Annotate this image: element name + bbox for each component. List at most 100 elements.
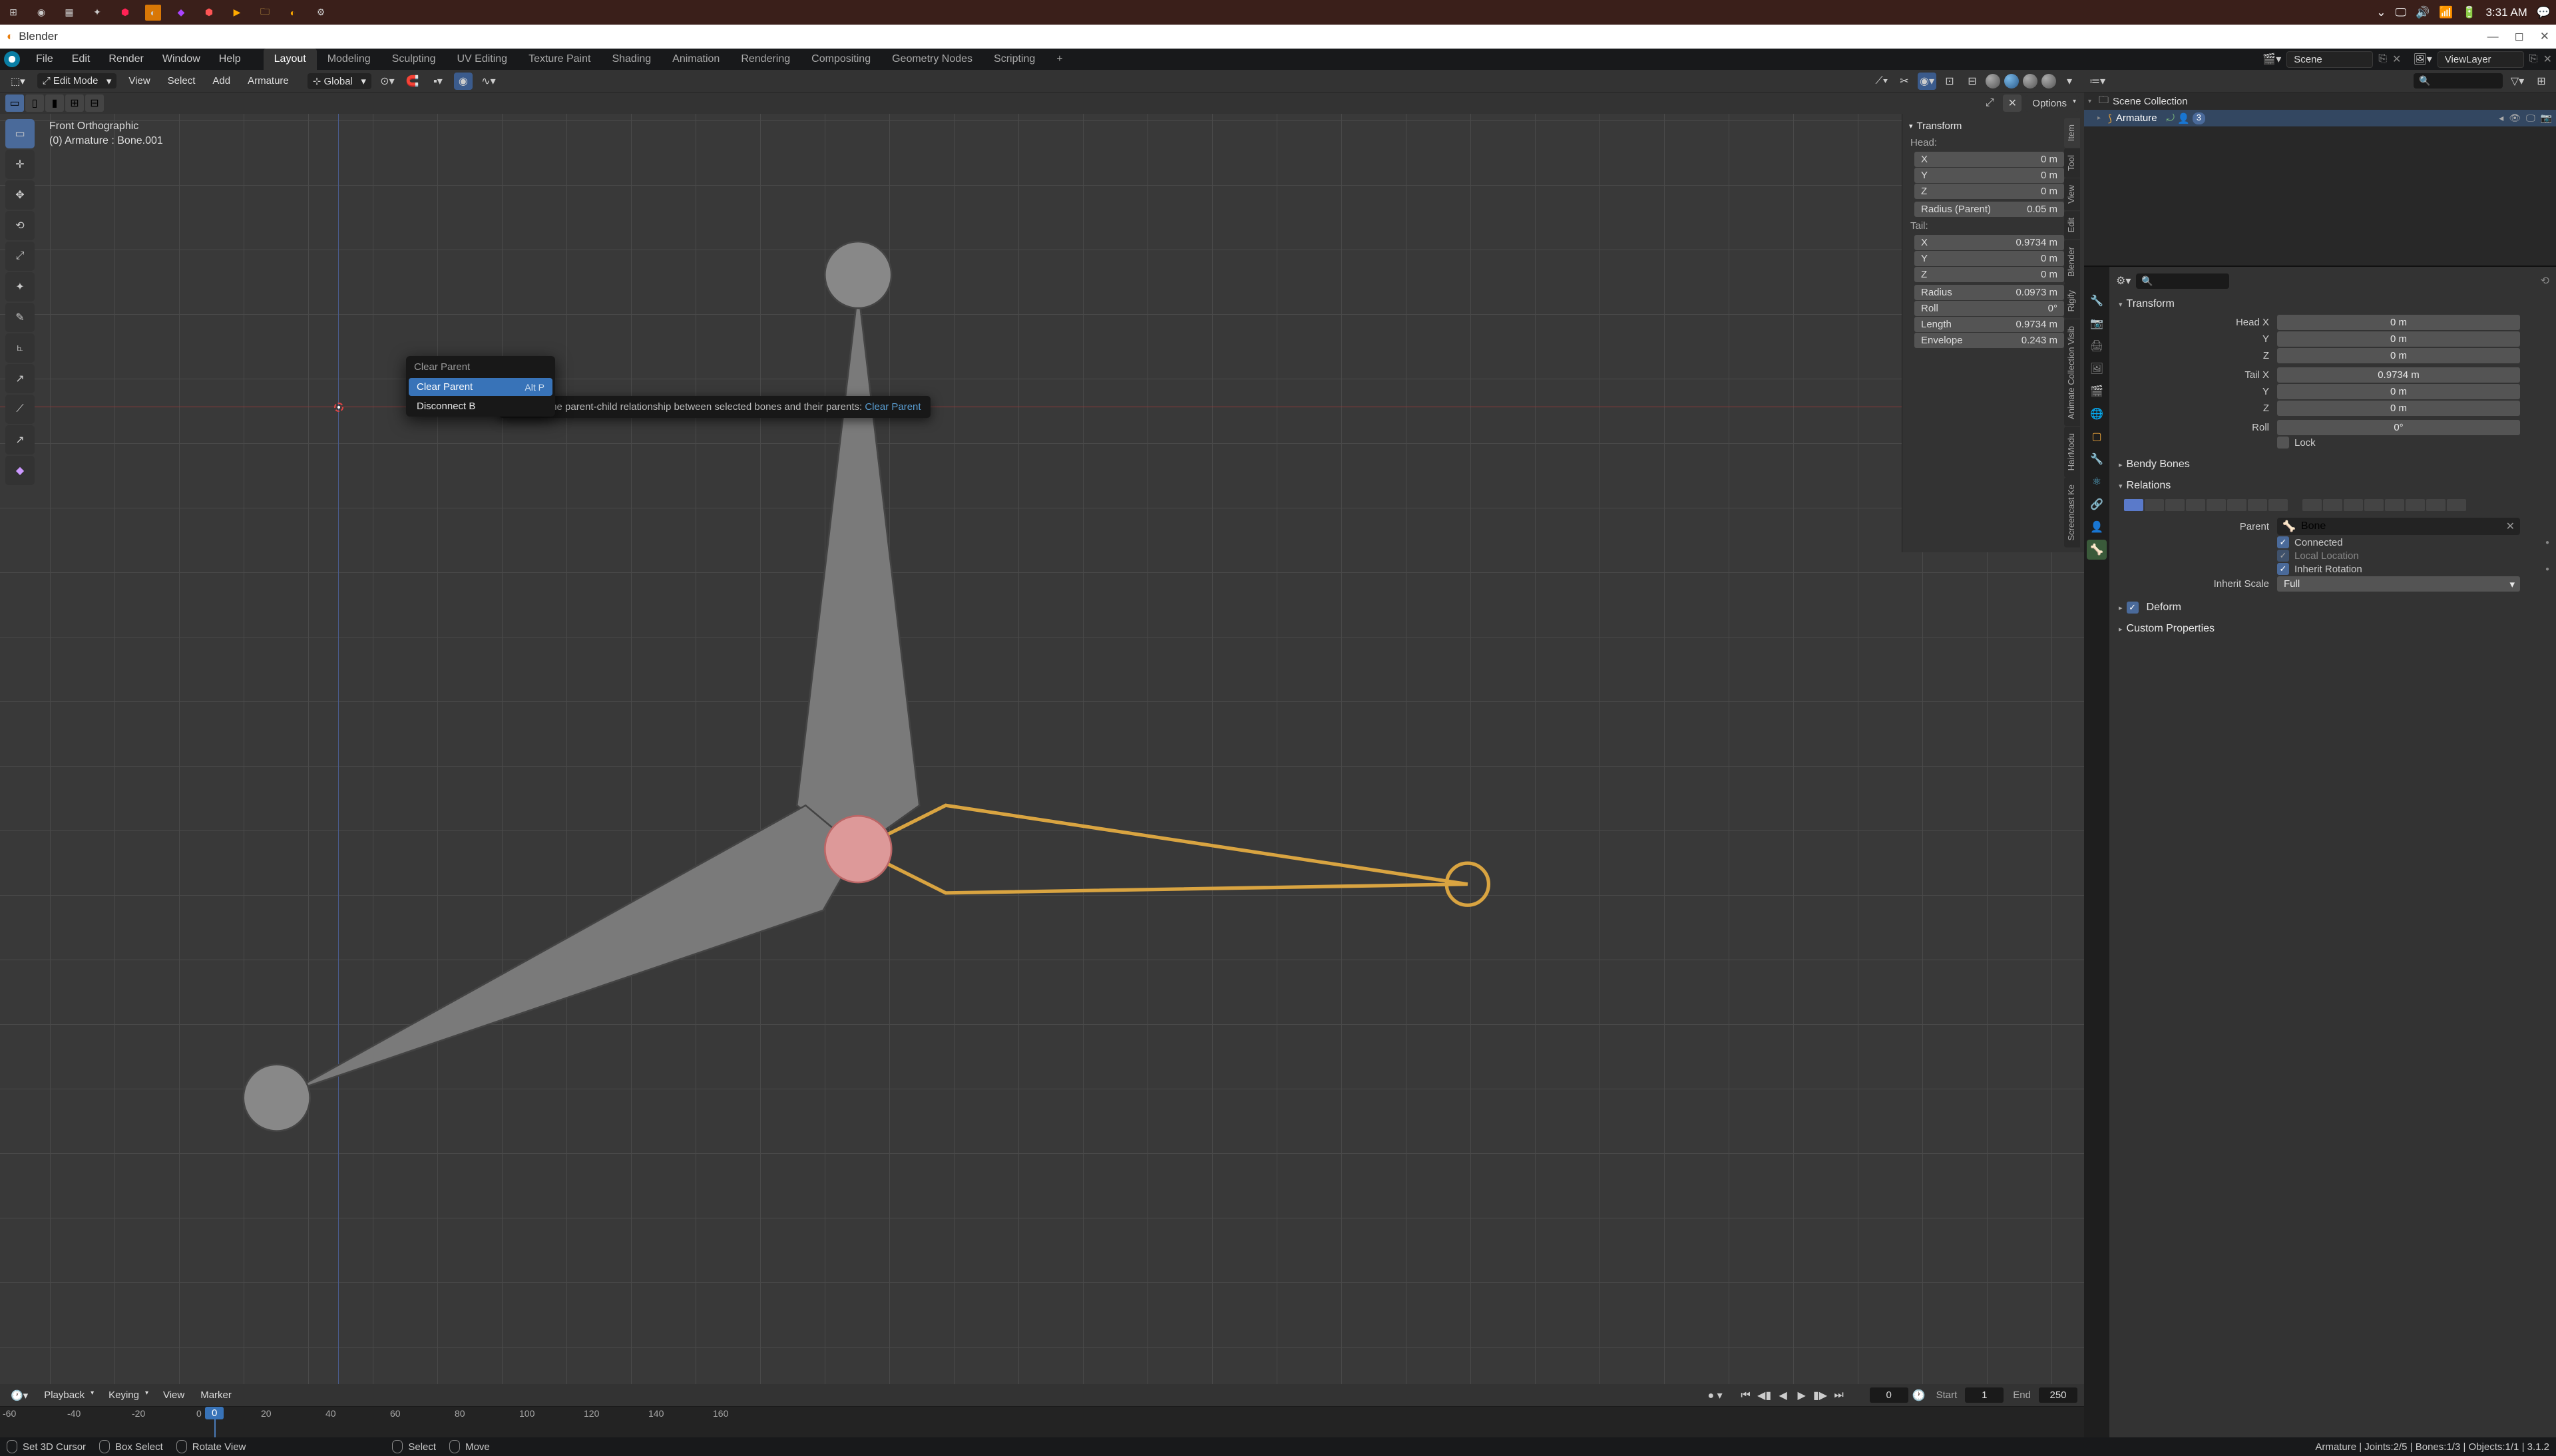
app-icon[interactable]: ◐ bbox=[285, 5, 301, 21]
app-icon[interactable]: ⬢ bbox=[201, 5, 217, 21]
viewport-menu-add[interactable]: Add bbox=[207, 73, 236, 89]
npanel-tab-rigify[interactable]: Rigify bbox=[2064, 283, 2080, 319]
falloff-icon[interactable]: ∿▾ bbox=[479, 73, 498, 90]
props-pin-icon[interactable]: ⟲ bbox=[2541, 274, 2549, 287]
keyframe-next-icon[interactable]: ▮▶ bbox=[1812, 1387, 1828, 1403]
tool-extrude-bone[interactable]: ↗ bbox=[5, 425, 35, 455]
bone-right-selected[interactable] bbox=[858, 805, 1468, 893]
npanel-envelope[interactable]: Envelope0.243 m bbox=[1914, 333, 2064, 348]
shading-solid-icon[interactable] bbox=[2004, 74, 2019, 89]
blender-taskbar-icon[interactable]: ◐ bbox=[145, 5, 161, 21]
mode-select[interactable]: ⤢ Edit Mode bbox=[37, 73, 117, 89]
tab-sculpting[interactable]: Sculpting bbox=[381, 49, 447, 70]
outliner-render-icon[interactable]: 📷 bbox=[2541, 112, 2552, 124]
shading-material-icon[interactable] bbox=[2023, 74, 2037, 89]
npanel-radius[interactable]: Radius0.0973 m bbox=[1914, 285, 2064, 300]
jump-start-icon[interactable]: ⏮ bbox=[1738, 1387, 1754, 1403]
prop-lock-checkbox[interactable] bbox=[2277, 437, 2289, 449]
viewlayer-browse-icon[interactable]: 🖼▾ bbox=[2413, 53, 2432, 66]
deform-checkbox[interactable]: ✓ bbox=[2127, 602, 2139, 614]
prop-head-z[interactable]: 0 m bbox=[2277, 348, 2520, 363]
outliner-type-icon[interactable]: ≔▾ bbox=[2089, 75, 2105, 88]
tool-transform[interactable]: ✦ bbox=[5, 272, 35, 301]
header-close-icon[interactable]: ✕ bbox=[2003, 94, 2022, 112]
select-mode-2[interactable]: ▯ bbox=[25, 94, 44, 112]
system-clock[interactable]: 3:31 AM bbox=[2485, 6, 2527, 19]
ptab-armature-data[interactable]: 👤 bbox=[2087, 517, 2107, 537]
tab-uv-editing[interactable]: UV Editing bbox=[446, 49, 518, 70]
npanel-tab-edit[interactable]: Edit bbox=[2064, 211, 2080, 239]
tool-scale[interactable]: ⤢ bbox=[5, 242, 35, 271]
snap-target-icon[interactable]: ▪▾ bbox=[429, 73, 447, 90]
prop-head-x[interactable]: 0 m bbox=[2277, 315, 2520, 330]
inherit-rotation-checkbox[interactable]: ✓ bbox=[2277, 563, 2289, 575]
outliner-scene-collection[interactable]: ▾ 🗀 Scene Collection bbox=[2084, 93, 2556, 110]
outliner-new-collection-icon[interactable]: ⊞ bbox=[2532, 73, 2551, 90]
tool-annotate[interactable]: ✎ bbox=[5, 303, 35, 332]
editor-type-icon[interactable]: ⬚▾ bbox=[5, 73, 31, 90]
npanel-head-z[interactable]: Z0 m bbox=[1914, 184, 2064, 199]
menu-render[interactable]: Render bbox=[99, 49, 152, 69]
chrome-icon[interactable]: ◉ bbox=[33, 5, 49, 21]
layer-cell[interactable] bbox=[2248, 499, 2267, 511]
ptab-modifiers[interactable]: 🔧 bbox=[2087, 449, 2107, 469]
ptab-scene[interactable]: 🎬 bbox=[2087, 381, 2107, 401]
npanel-tab-hairmodu[interactable]: HairModu bbox=[2064, 427, 2080, 477]
npanel-head-x[interactable]: X0 m bbox=[1914, 152, 2064, 167]
select-mode-1[interactable]: ▭ bbox=[5, 94, 24, 112]
outliner-search[interactable]: 🔍 bbox=[2414, 73, 2503, 89]
npanel-transform-header[interactable]: Transform bbox=[1906, 118, 2064, 134]
layer-cell[interactable] bbox=[2344, 499, 2363, 511]
npanel-length[interactable]: Length0.9734 m bbox=[1914, 317, 2064, 332]
ptab-viewlayer[interactable]: 🖼 bbox=[2087, 359, 2107, 379]
viewport-menu-select[interactable]: Select bbox=[162, 73, 201, 89]
npanel-tail-z[interactable]: Z0 m bbox=[1914, 267, 2064, 282]
menu-window[interactable]: Window bbox=[153, 49, 210, 69]
3d-viewport[interactable]: Front Orthographic (0) Armature : Bone.0… bbox=[0, 114, 2084, 1384]
minimize-button[interactable]: — bbox=[2487, 30, 2499, 43]
close-button[interactable]: ✕ bbox=[2540, 30, 2549, 43]
tool-cursor[interactable]: ✛ bbox=[5, 150, 35, 179]
tray-notifications-icon[interactable]: 💬 bbox=[2537, 6, 2551, 19]
select-mode-3[interactable]: ▮ bbox=[45, 94, 64, 112]
outliner-armature-row[interactable]: ▸ ⟆ Armature ⤾ 👤 3 ◂ 👁 🖵 📷 bbox=[2084, 110, 2556, 126]
keyframe-prev-icon[interactable]: ◀▮ bbox=[1757, 1387, 1773, 1403]
scene-delete-icon[interactable]: ✕ bbox=[2392, 53, 2401, 66]
ptab-world[interactable]: 🌐 bbox=[2087, 404, 2107, 424]
blender-menu-icon[interactable] bbox=[4, 51, 20, 67]
npanel-tab-screencast[interactable]: Screencast Ke bbox=[2064, 478, 2080, 548]
tab-texture-paint[interactable]: Texture Paint bbox=[518, 49, 601, 70]
brave-icon[interactable]: ⬢ bbox=[117, 5, 133, 21]
viewlayer-name-input[interactable] bbox=[2438, 51, 2524, 68]
props-relations-header[interactable]: Relations bbox=[2116, 476, 2549, 495]
ptab-bone[interactable]: 🦴 bbox=[2087, 540, 2107, 560]
end-frame-input[interactable]: 250 bbox=[2039, 1387, 2077, 1403]
props-custom-props-header[interactable]: Custom Properties bbox=[2116, 620, 2549, 638]
timeline-menu-playback[interactable]: Playback bbox=[40, 1387, 97, 1403]
bone-root-joint[interactable] bbox=[825, 816, 891, 882]
shading-rendered-icon[interactable] bbox=[2041, 74, 2056, 89]
npanel-tab-tool[interactable]: Tool bbox=[2064, 148, 2080, 178]
shading-wireframe-icon[interactable] bbox=[1986, 74, 2000, 89]
settings-icon[interactable]: ⚙ bbox=[313, 5, 329, 21]
current-frame-input[interactable]: 0 bbox=[1870, 1387, 1908, 1403]
app-icon[interactable]: ◆ bbox=[173, 5, 189, 21]
layer-cell[interactable] bbox=[2165, 499, 2185, 511]
layer-cell[interactable] bbox=[2323, 499, 2342, 511]
ptab-object[interactable]: ▢ bbox=[2087, 427, 2107, 447]
tab-shading[interactable]: Shading bbox=[601, 49, 662, 70]
tab-compositing[interactable]: Compositing bbox=[801, 49, 881, 70]
timeline-menu-view[interactable]: View bbox=[159, 1387, 188, 1403]
npanel-tab-view[interactable]: View bbox=[2064, 178, 2080, 210]
props-deform-header[interactable]: ✓Deform bbox=[2116, 598, 2549, 617]
orientation-select[interactable]: ⊹ Global bbox=[308, 73, 371, 89]
app-icon[interactable]: ▦ bbox=[61, 5, 77, 21]
jump-end-icon[interactable]: ⏭ bbox=[1831, 1387, 1847, 1403]
outliner-visibility-icon[interactable]: 👁 bbox=[2509, 112, 2521, 124]
layer-cell[interactable] bbox=[2145, 499, 2164, 511]
shading-options-icon[interactable]: ▾ bbox=[2060, 73, 2079, 90]
prop-head-y[interactable]: 0 m bbox=[2277, 331, 2520, 347]
autokey-icon[interactable]: ● ▾ bbox=[1707, 1387, 1723, 1403]
connected-checkbox[interactable]: ✓ bbox=[2277, 536, 2289, 548]
bone-downleft[interactable] bbox=[289, 805, 858, 1092]
